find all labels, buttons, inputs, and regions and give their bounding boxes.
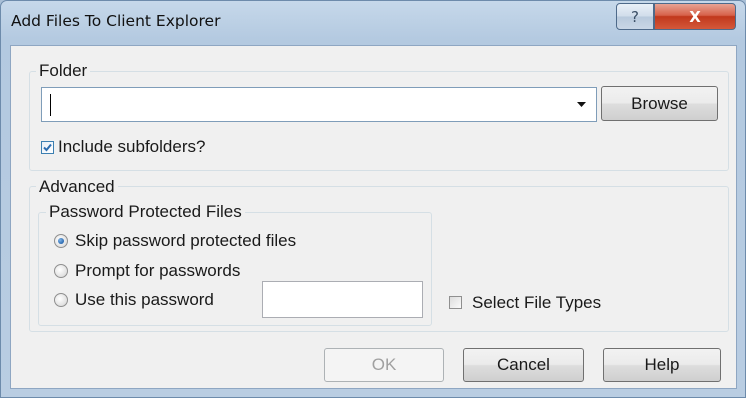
folder-combobox[interactable]	[41, 87, 597, 122]
radio-skip-label[interactable]: Skip password protected files	[75, 231, 296, 251]
cancel-button[interactable]: Cancel	[463, 348, 584, 382]
help-button[interactable]: Help	[603, 348, 721, 382]
ok-button[interactable]: OK	[324, 348, 444, 382]
dialog-body: Folder Browse Include subfolders? Advanc…	[10, 45, 737, 389]
title-help-button[interactable]: ?	[616, 3, 654, 30]
radio-use-this-password[interactable]	[54, 293, 68, 307]
radio-use-password-label[interactable]: Use this password	[75, 290, 214, 310]
radio-prompt-passwords[interactable]	[54, 264, 68, 278]
chevron-down-icon[interactable]	[568, 90, 594, 119]
text-caret	[50, 94, 51, 116]
radio-prompt-label[interactable]: Prompt for passwords	[75, 261, 240, 281]
password-group-legend: Password Protected Files	[46, 202, 245, 222]
radio-skip-password-files[interactable]	[54, 234, 68, 248]
browse-button[interactable]: Browse	[601, 86, 718, 121]
include-subfolders-label[interactable]: Include subfolders?	[58, 137, 205, 157]
dialog-window: Add Files To Client Explorer ? X Folder …	[0, 0, 746, 398]
radio-selected-dot	[58, 238, 64, 244]
window-title: Add Files To Client Explorer	[11, 12, 221, 30]
password-input[interactable]	[262, 281, 423, 318]
advanced-group-legend: Advanced	[36, 177, 118, 197]
select-file-types-label[interactable]: Select File Types	[472, 293, 601, 313]
help-icon: ?	[631, 7, 639, 26]
title-bar[interactable]: Add Files To Client Explorer ? X	[1, 1, 745, 45]
close-icon: X	[689, 7, 701, 26]
select-file-types-checkbox[interactable]	[449, 296, 462, 309]
folder-group-legend: Folder	[36, 61, 91, 81]
folder-input[interactable]	[44, 90, 570, 119]
checkmark-icon	[43, 143, 52, 152]
close-button[interactable]: X	[654, 3, 736, 30]
include-subfolders-checkbox[interactable]	[41, 141, 54, 154]
